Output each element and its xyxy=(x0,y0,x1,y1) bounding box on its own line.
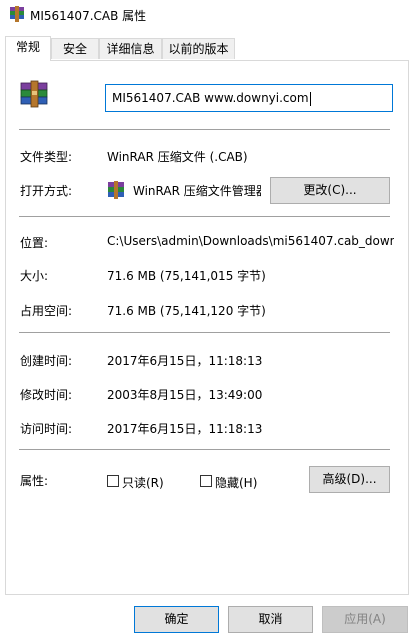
tab-previous-versions[interactable]: 以前的版本 xyxy=(162,38,235,59)
file-name-input[interactable]: MI561407.CAB www.downyi.com xyxy=(105,84,393,112)
winrar-archive-icon xyxy=(20,80,48,108)
readonly-checkbox[interactable] xyxy=(107,475,119,487)
accessed-value: 2017年6月15日，11:18:13 xyxy=(107,422,263,436)
general-tab-panel xyxy=(5,60,409,595)
separator xyxy=(19,332,390,333)
hidden-checkbox[interactable] xyxy=(200,475,212,487)
file-type-label: 文件类型: xyxy=(20,150,73,164)
open-with-label: 打开方式: xyxy=(20,184,73,198)
change-button[interactable]: 更改(C)... xyxy=(270,177,390,204)
text-caret xyxy=(309,91,311,106)
readonly-label[interactable]: 只读(R) xyxy=(122,474,164,491)
created-label: 创建时间: xyxy=(20,354,73,368)
window-title: MI561407.CAB 属性 xyxy=(30,9,147,23)
size-label: 大小: xyxy=(20,269,49,283)
separator xyxy=(19,449,390,450)
ok-button[interactable]: 确定 xyxy=(134,606,219,633)
location-label: 位置: xyxy=(20,236,49,250)
disk-size-value: 71.6 MB (75,141,120 字节) xyxy=(107,304,266,318)
open-with-app-name: WinRAR 压缩文件管理器 xyxy=(133,184,261,198)
dialog-footer: 确定 取消 应用(A) xyxy=(0,595,414,644)
accessed-label: 访问时间: xyxy=(20,422,73,436)
winrar-archive-icon xyxy=(108,181,124,199)
advanced-button[interactable]: 高级(D)... xyxy=(309,466,390,493)
hidden-label[interactable]: 隐藏(H) xyxy=(215,474,257,491)
modified-label: 修改时间: xyxy=(20,388,73,402)
winrar-archive-icon xyxy=(10,6,24,22)
separator xyxy=(19,216,390,217)
location-value[interactable]: C:\Users\admin\Downloads\mi561407.cab_do… xyxy=(107,234,394,248)
created-value: 2017年6月15日，11:18:13 xyxy=(107,354,263,368)
attributes-label: 属性: xyxy=(20,474,49,488)
apply-button[interactable]: 应用(A) xyxy=(322,606,408,633)
file-name-value: MI561407.CAB www.downyi.com xyxy=(112,91,309,105)
file-type-value: WinRAR 压缩文件 (.CAB) xyxy=(107,150,248,164)
tab-security[interactable]: 安全 xyxy=(51,38,99,59)
tab-details[interactable]: 详细信息 xyxy=(99,38,162,59)
separator xyxy=(19,129,390,130)
title-bar: MI561407.CAB 属性 xyxy=(0,0,414,30)
tab-general[interactable]: 常规 xyxy=(5,36,51,61)
modified-value: 2003年8月15日，13:49:00 xyxy=(107,388,263,402)
cancel-button[interactable]: 取消 xyxy=(228,606,313,633)
disk-size-label: 占用空间: xyxy=(20,304,73,318)
size-value: 71.6 MB (75,141,015 字节) xyxy=(107,269,266,283)
tab-strip: 常规 安全 详细信息 以前的版本 xyxy=(0,36,414,61)
